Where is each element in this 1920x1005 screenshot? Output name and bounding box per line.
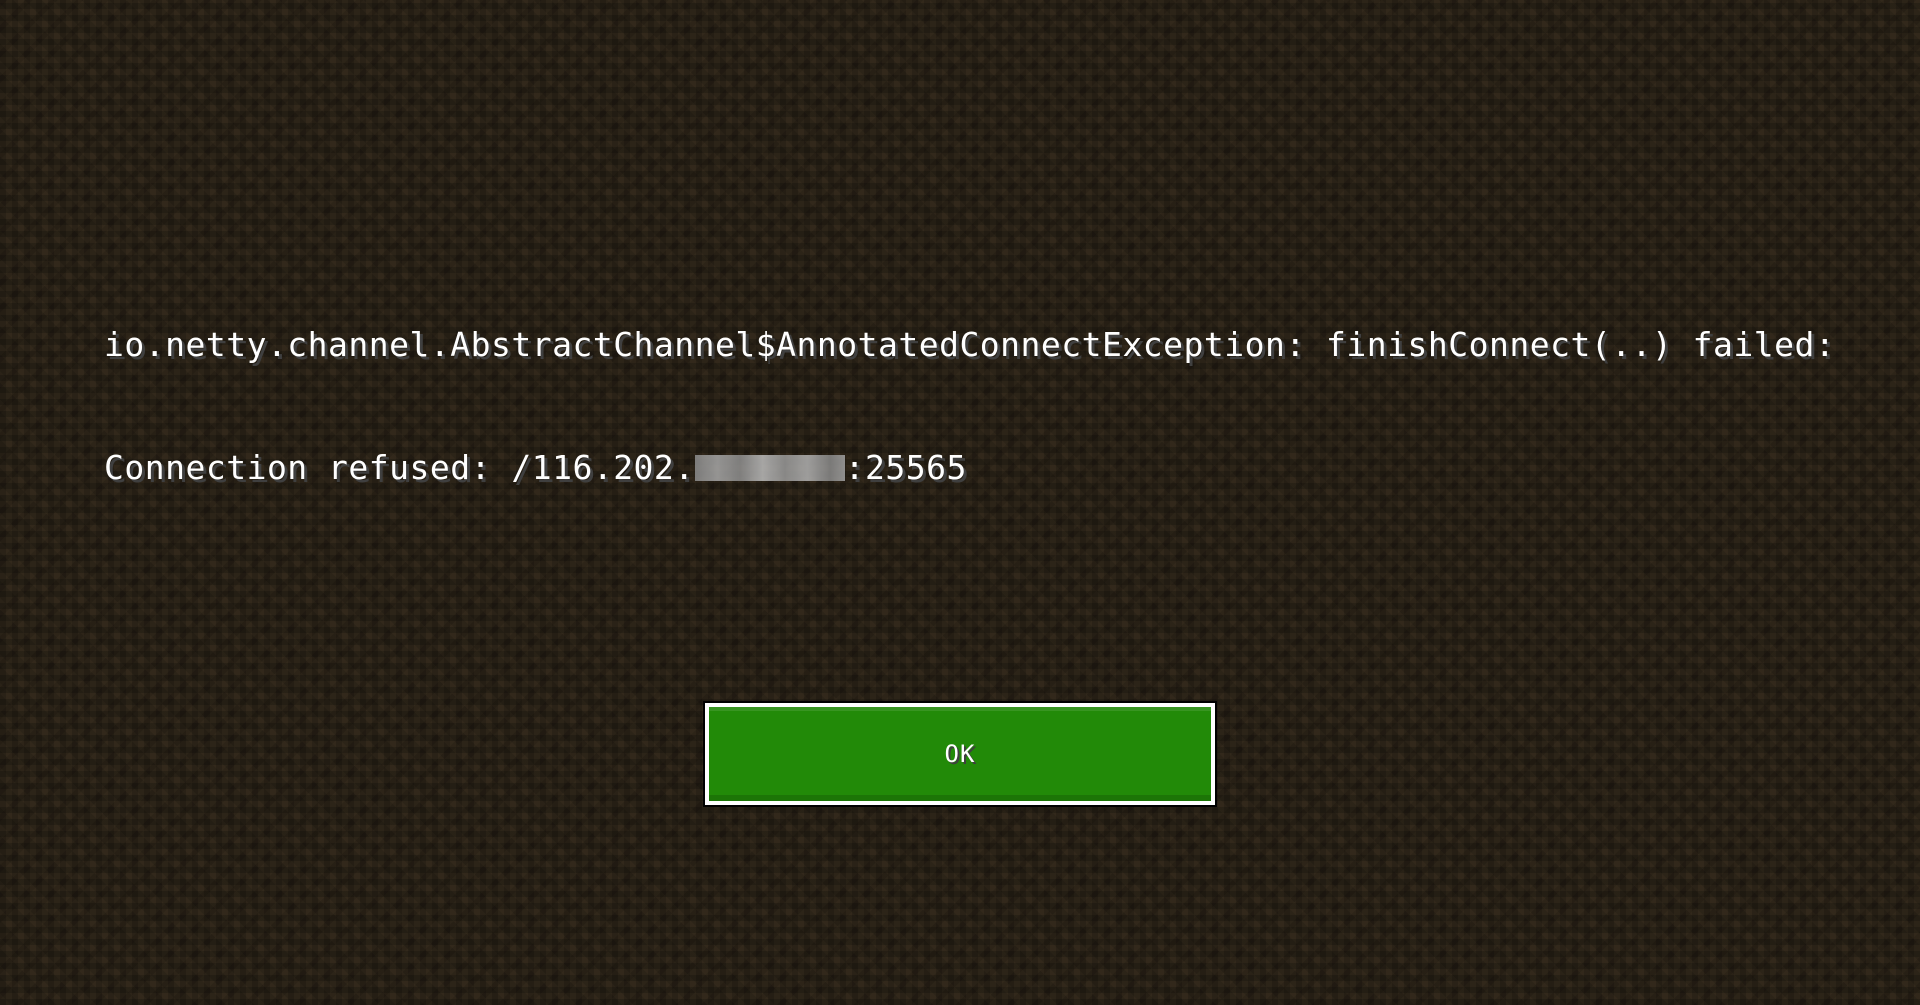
port-text: :25565 [844,448,967,487]
error-message-line-2: Connection refused: /116.202. :25565 [104,447,1864,488]
redacted-ip-segment [694,455,845,481]
error-message: io.netty.channel.AbstractChannel$Annotat… [104,242,1864,529]
connection-refused-text: Connection refused: /116.202. [104,448,695,487]
ok-button[interactable]: OK [703,701,1217,807]
error-message-line-1: io.netty.channel.AbstractChannel$Annotat… [104,325,1836,364]
ok-button-label: OK [944,740,976,768]
